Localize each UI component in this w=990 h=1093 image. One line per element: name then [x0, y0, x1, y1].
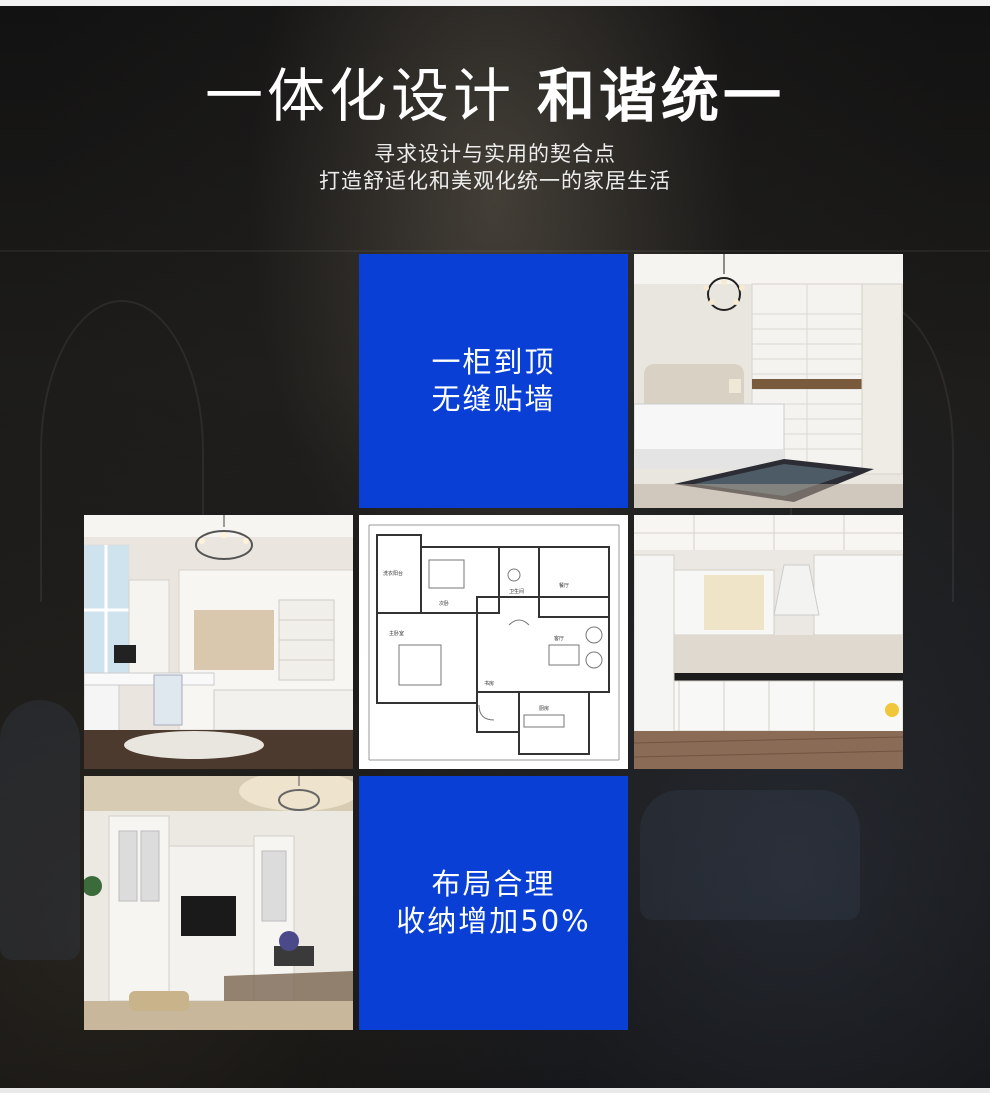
feature1-line1: 一柜到顶	[431, 345, 556, 379]
plan-label-4: 餐厅	[559, 582, 569, 589]
top-border	[0, 0, 990, 6]
page-title: 一体化设计 和谐统一	[0, 60, 990, 132]
bg-sofa	[640, 790, 860, 920]
plan-label-8: 书房	[484, 680, 494, 687]
kitchen-photo	[634, 515, 903, 769]
subtitle-line2: 打造舒适化和美观化统一的家居生活	[319, 169, 671, 193]
plan-label-6: 客厅	[554, 635, 564, 642]
title-part1: 一体化设计	[204, 62, 515, 130]
title-part2: 和谐统一	[537, 62, 786, 130]
bottom-border	[0, 1088, 990, 1093]
feature-tile-full-height: 一柜到顶 无缝贴墙	[359, 254, 628, 508]
plan-label-5: 主卧室	[389, 630, 404, 637]
plan-label-7: 厨房	[539, 705, 549, 712]
feature2-line1: 布局合理	[431, 867, 556, 901]
feature1-line2: 无缝贴墙	[431, 382, 556, 416]
plan-label-1: 洗衣阳台	[383, 570, 403, 577]
study-room-photo	[84, 515, 353, 769]
floor-plan: 洗衣阳台 次卧 卫生间 餐厅 主卧室 客厅 厨房 书房	[359, 515, 628, 769]
living-room-photo	[84, 776, 353, 1030]
page: 一体化设计 和谐统一 寻求设计与实用的契合点 打造舒适化和美观化统一的家居生活 一…	[0, 0, 990, 1093]
plan-label-2: 次卧	[439, 600, 449, 607]
subtitle-line1: 寻求设计与实用的契合点	[374, 142, 616, 166]
feature-tile-storage: 布局合理 收纳增加50%	[359, 776, 628, 1030]
bedroom-photo	[634, 254, 903, 508]
feature2-line2: 收纳增加50%	[396, 904, 591, 938]
plan-label-3: 卫生间	[509, 588, 524, 595]
bg-chair	[0, 700, 80, 960]
bg-ceiling-line	[0, 250, 990, 252]
